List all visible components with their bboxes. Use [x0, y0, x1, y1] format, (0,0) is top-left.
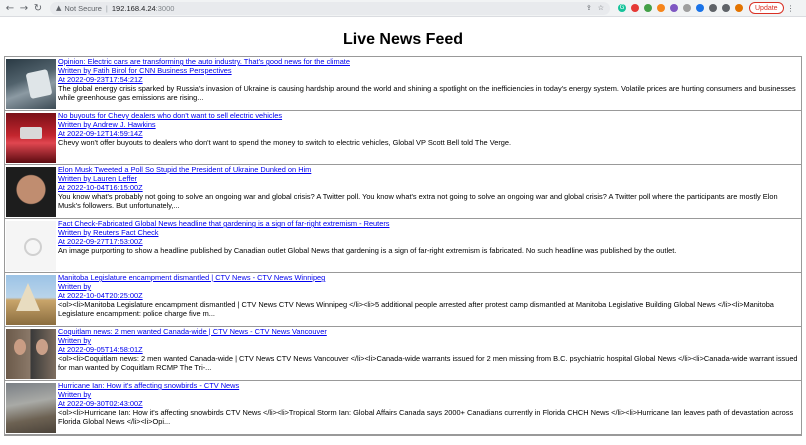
article-thumbnail[interactable]	[6, 167, 56, 217]
extension-icon[interactable]	[670, 4, 678, 12]
update-button[interactable]: Update	[749, 2, 784, 14]
news-item: Opinion: Electric cars are transforming …	[5, 57, 801, 111]
article-date-link[interactable]: At 2022-10-04T16:15:00Z	[58, 183, 801, 192]
article-headline-link[interactable]: Hurricane Ian: How it's affecting snowbi…	[58, 381, 801, 390]
share-icon[interactable]: ⇪	[586, 4, 592, 12]
article-date-link[interactable]: At 2022-09-05T14:58:01Z	[58, 345, 801, 354]
grammarly-extension-icon[interactable]: G	[618, 4, 626, 12]
article-headline-link[interactable]: Coquitlam news: 2 men wanted Canada-wide…	[58, 327, 801, 336]
article-description: You know what's probably not going to so…	[58, 192, 778, 210]
ad-block-extension-icon[interactable]	[631, 4, 639, 12]
extension-icon[interactable]	[696, 4, 704, 12]
article-headline-link[interactable]: No buyouts for Chevy dealers who don't w…	[58, 111, 801, 120]
article-byline-link[interactable]: Written by Reuters Fact Check	[58, 228, 801, 237]
article-description: <ol><li>Coquitlam news: 2 men wanted Can…	[58, 354, 798, 372]
sidebar-icon[interactable]	[722, 4, 730, 12]
security-label: Not Secure	[64, 3, 102, 13]
browser-toolbar: ← → ↻ ▲ Not Secure | 192.168.4.24 :3000 …	[0, 0, 806, 17]
article-thumbnail[interactable]	[6, 113, 56, 163]
warning-triangle-icon: ▲	[56, 4, 62, 12]
article-headline-link[interactable]: Manitoba Legislature encampment dismantl…	[58, 273, 801, 282]
article-description: The global energy crisis sparked by Russ…	[58, 84, 796, 102]
extension-icon[interactable]	[683, 4, 691, 12]
news-item: Elon Musk Tweeted a Poll So Stupid the P…	[5, 165, 801, 219]
address-bar[interactable]: ▲ Not Secure | 192.168.4.24 :3000 ⇪ ☆	[50, 1, 610, 15]
article-headline-link[interactable]: Elon Musk Tweeted a Poll So Stupid the P…	[58, 165, 801, 174]
forward-arrow-icon[interactable]: →	[18, 2, 30, 14]
news-item: Manitoba Legislature encampment dismantl…	[5, 273, 801, 327]
puzzle-extensions-icon[interactable]	[709, 4, 717, 12]
news-item: Coquitlam news: 2 men wanted Canada-wide…	[5, 327, 801, 381]
url-host: 192.168.4.24	[111, 3, 156, 13]
article-date-link[interactable]: At 2022-09-30T02:43:00Z	[58, 399, 801, 408]
article-date-link[interactable]: At 2022-09-27T17:53:00Z	[58, 237, 801, 246]
article-thumbnail[interactable]	[6, 329, 56, 379]
article-description: <ol><li>Hurricane Ian: How it's affectin…	[58, 408, 794, 426]
article-description: An image purporting to show a headline p…	[58, 246, 677, 255]
article-description: <ol><li>Manitoba Legislature encampment …	[58, 300, 774, 318]
article-date-link[interactable]: At 2022-09-23T17:54:21Z	[58, 75, 801, 84]
article-byline-link[interactable]: Written by	[58, 336, 801, 345]
back-arrow-icon[interactable]: ←	[4, 2, 16, 14]
article-headline-link[interactable]: Fact Check-Fabricated Global News headli…	[58, 219, 801, 228]
news-item: Hurricane Ian: How it's affecting snowbi…	[5, 381, 801, 435]
news-item: Fact Check-Fabricated Global News headli…	[5, 219, 801, 273]
article-thumbnail[interactable]	[6, 383, 56, 433]
extensions-bar: G	[618, 4, 743, 12]
news-item: No buyouts for Chevy dealers who don't w…	[5, 111, 801, 165]
green-extension-icon[interactable]	[644, 4, 652, 12]
article-byline-link[interactable]: Written by Lauren Leffer	[58, 174, 801, 183]
browser-menu-icon[interactable]: ⋮	[787, 4, 795, 13]
article-byline-link[interactable]: Written by	[58, 282, 801, 291]
news-feed: Opinion: Electric cars are transforming …	[4, 56, 802, 436]
url-separator: |	[105, 3, 108, 13]
article-date-link[interactable]: At 2022-09-12T14:59:14Z	[58, 129, 801, 138]
article-byline-link[interactable]: Written by Fatih Birol for CNN Business …	[58, 66, 801, 75]
profile-avatar-icon[interactable]	[735, 4, 743, 12]
article-thumbnail[interactable]	[6, 221, 56, 271]
article-headline-link[interactable]: Opinion: Electric cars are transforming …	[58, 57, 801, 66]
article-thumbnail[interactable]	[6, 275, 56, 325]
article-date-link[interactable]: At 2022-10-04T20:25:00Z	[58, 291, 801, 300]
url-port: :3000	[155, 3, 175, 13]
page: Live News Feed Opinion: Electric cars ar…	[0, 28, 806, 436]
page-title: Live News Feed	[342, 31, 464, 48]
article-description: Chevy won't offer buyouts to dealers who…	[58, 138, 512, 147]
article-byline-link[interactable]: Written by Andrew J. Hawkins	[58, 120, 801, 129]
reload-icon[interactable]: ↻	[32, 2, 44, 14]
metamask-extension-icon[interactable]	[657, 4, 665, 12]
article-thumbnail[interactable]	[6, 59, 56, 109]
article-byline-link[interactable]: Written by	[58, 390, 801, 399]
bookmark-star-icon[interactable]: ☆	[598, 4, 604, 12]
